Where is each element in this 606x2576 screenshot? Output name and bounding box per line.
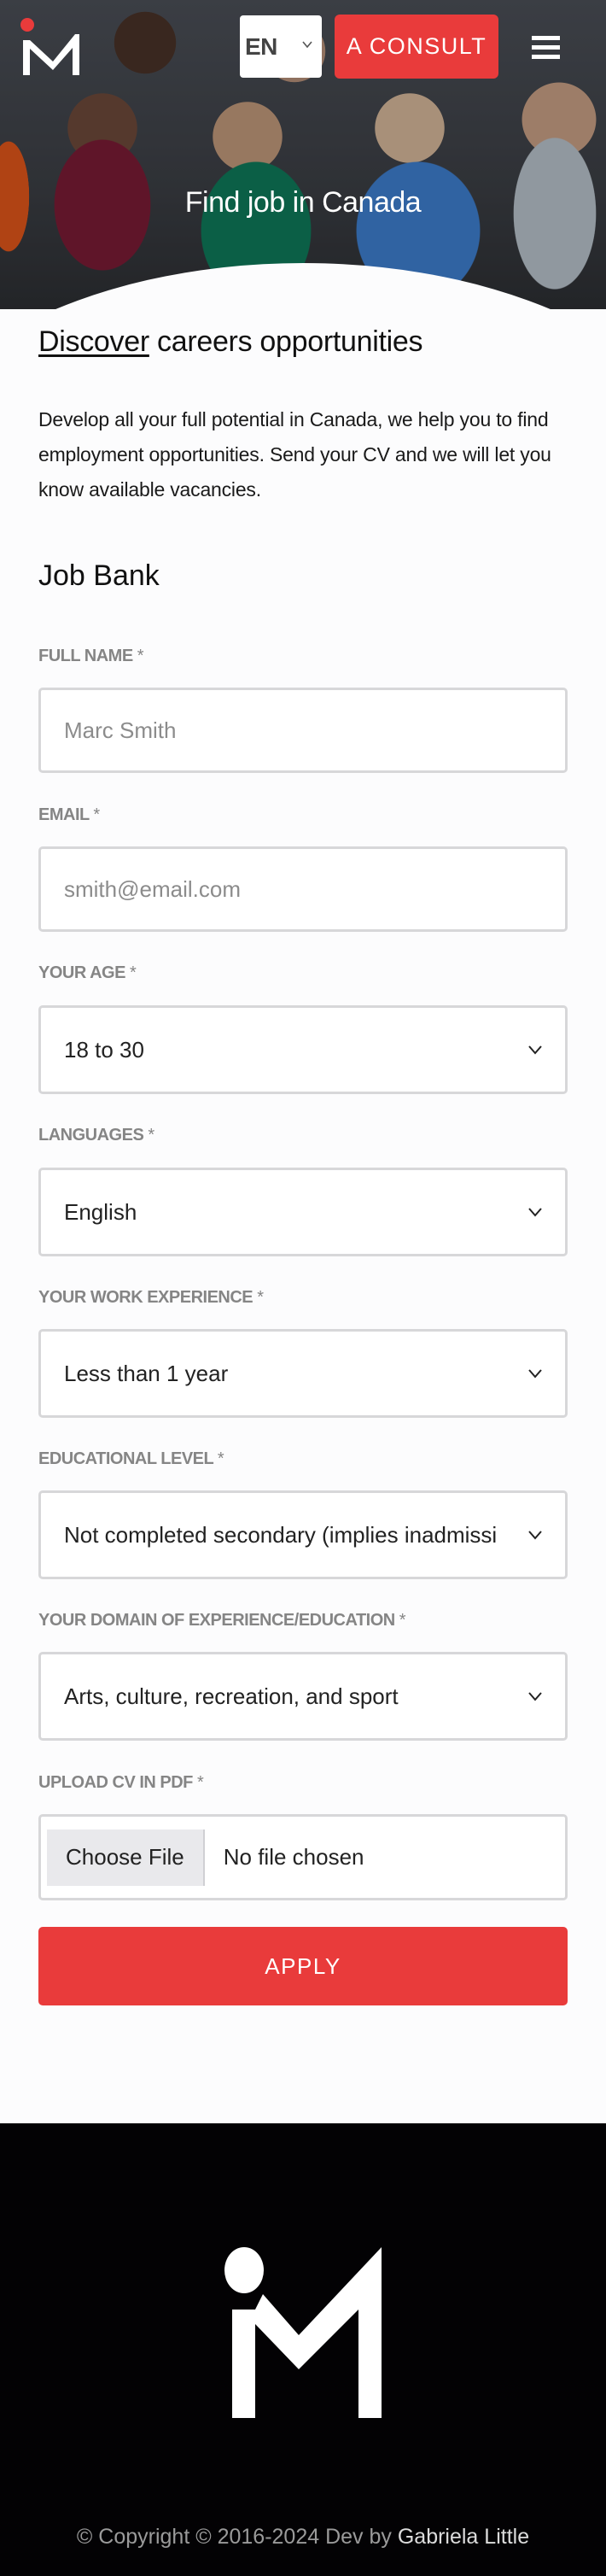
full-name-placeholder: Marc Smith <box>64 717 177 743</box>
language-value: EN <box>245 32 277 60</box>
age-label: YOUR AGE * <box>38 963 137 982</box>
educational-level-select[interactable]: Not completed secondary (implies inadmis… <box>38 1490 568 1579</box>
chevron-down-icon <box>528 1531 542 1540</box>
domain-value: Arts, culture, recreation, and sport <box>64 1683 399 1709</box>
intro-heading: Discover careers opportunities <box>38 325 423 359</box>
age-value: 18 to 30 <box>64 1036 144 1063</box>
domain-select[interactable]: Arts, culture, recreation, and sport <box>38 1652 568 1741</box>
copyright-text: © Copyright © 2016-2024 Dev by <box>76 2525 398 2549</box>
work-experience-value: Less than 1 year <box>64 1360 229 1386</box>
intro-heading-rest: careers opportunities <box>149 325 423 358</box>
chevron-down-icon <box>302 41 312 49</box>
educational-level-value: Not completed secondary (implies inadmis… <box>64 1521 498 1548</box>
languages-select[interactable]: English <box>38 1168 568 1256</box>
chevron-down-icon <box>528 1208 542 1217</box>
footer: © Copyright © 2016-2024 Dev by Gabriela … <box>0 2123 606 2576</box>
hero-banner: EN A CONSULT Find job in Canada <box>0 0 606 309</box>
file-status: No file chosen <box>223 1844 364 1870</box>
choose-file-button[interactable]: Choose File <box>47 1829 205 1886</box>
apply-button[interactable]: APPLY <box>38 1927 568 2005</box>
age-select[interactable]: 18 to 30 <box>38 1005 568 1094</box>
menu-icon[interactable] <box>532 34 560 60</box>
educational-level-label: EDUCATIONAL LEVEL * <box>38 1449 224 1468</box>
copyright: © Copyright © 2016-2024 Dev by Gabriela … <box>0 2525 606 2550</box>
domain-label: YOUR DOMAIN OF EXPERIENCE/EDUCATION * <box>38 1611 406 1630</box>
email-input[interactable]: smith@email.com <box>38 846 568 932</box>
hero-title: Find job in Canada <box>184 186 422 219</box>
chevron-down-icon <box>528 1369 542 1379</box>
author-link[interactable]: Gabriela Little <box>398 2525 529 2549</box>
email-label: EMAIL * <box>38 805 100 824</box>
intro-paragraph: Develop all your full potential in Canad… <box>38 408 551 501</box>
work-experience-label: YOUR WORK EXPERIENCE * <box>38 1288 264 1307</box>
intro-heading-emphasis: Discover <box>38 325 149 358</box>
chevron-down-icon <box>528 1045 542 1055</box>
consult-button[interactable]: A CONSULT <box>335 15 498 79</box>
languages-label: LANGUAGES * <box>38 1126 154 1145</box>
form-title: Job Bank <box>38 559 160 592</box>
upload-cv-label: UPLOAD CV IN PDF * <box>38 1773 204 1792</box>
languages-value: English <box>64 1198 137 1225</box>
cv-file-input[interactable]: Choose File No file chosen <box>38 1814 568 1900</box>
work-experience-select[interactable]: Less than 1 year <box>38 1329 568 1418</box>
language-select[interactable]: EN <box>240 15 322 78</box>
full-name-input[interactable]: Marc Smith <box>38 688 568 773</box>
email-placeholder: smith@email.com <box>64 875 241 902</box>
logo-icon[interactable] <box>20 17 82 77</box>
chevron-down-icon <box>528 1692 542 1701</box>
footer-logo-icon[interactable] <box>224 2247 382 2418</box>
full-name-label: FULL NAME * <box>38 647 144 665</box>
